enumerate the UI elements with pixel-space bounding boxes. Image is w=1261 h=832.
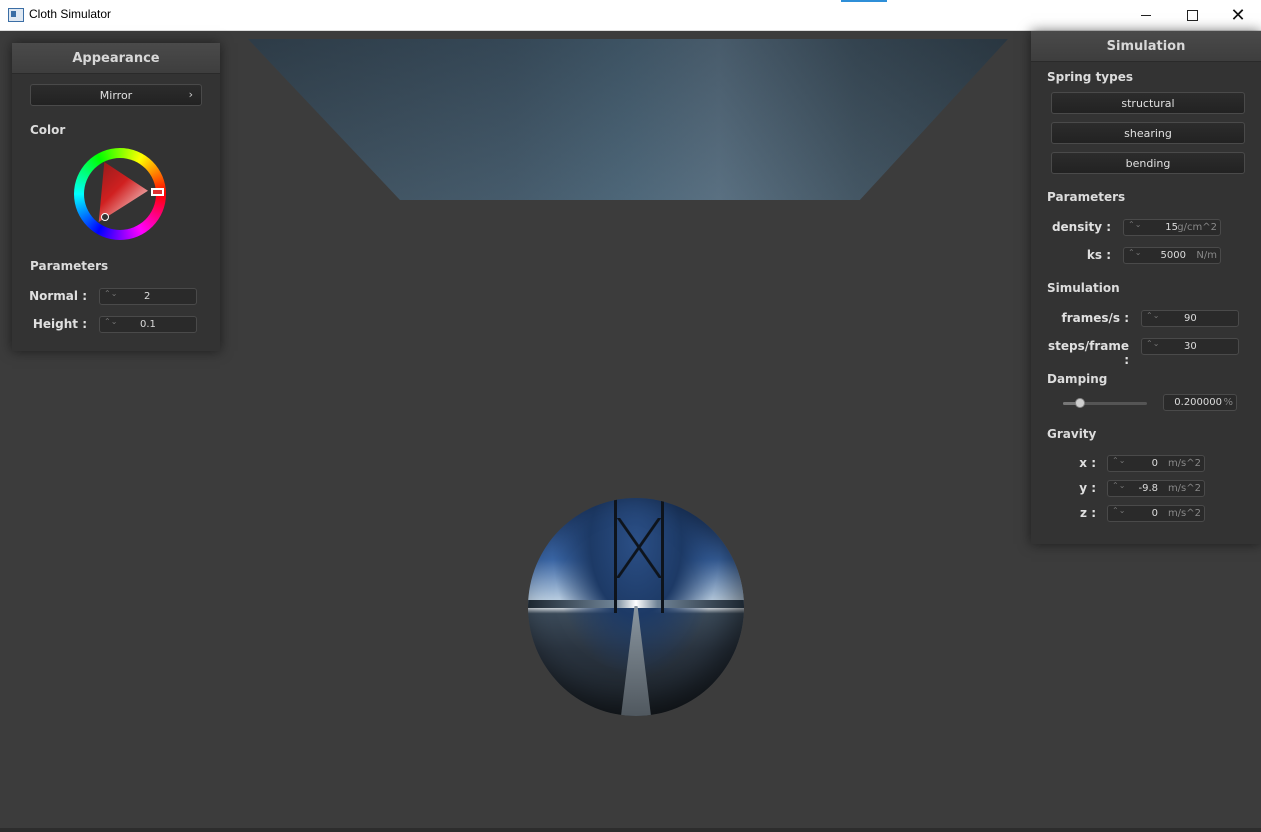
bottom-status-strip: [0, 828, 1261, 832]
minimize-button[interactable]: [1123, 0, 1169, 30]
title-accent-line: [841, 0, 887, 2]
frames-per-second-label: frames/s :: [1061, 311, 1129, 325]
simulation-header[interactable]: Simulation: [1031, 31, 1261, 62]
steps-per-frame-value: 30: [1184, 341, 1197, 352]
ks-unit: N/m: [1196, 250, 1217, 261]
spinner-icon[interactable]: ⌃⌄: [1112, 507, 1125, 515]
gravity-x-label: x :: [1079, 456, 1096, 470]
bending-toggle-button[interactable]: bending: [1051, 152, 1245, 174]
gravity-x-unit: m/s^2: [1167, 458, 1201, 469]
gravity-y-unit: m/s^2: [1167, 483, 1201, 494]
damping-slider-knob[interactable]: [1074, 398, 1085, 408]
color-wheel[interactable]: [74, 148, 166, 240]
gravity-y-value: -9.8: [1138, 483, 1158, 494]
structural-toggle-button[interactable]: structural: [1051, 92, 1245, 114]
height-input[interactable]: ⌃⌄ 0.1: [99, 316, 197, 333]
appearance-panel: Appearance Mirror › Color Parameters Nor…: [12, 43, 220, 351]
damping-unit: %: [1223, 397, 1233, 408]
density-unit: g/cm^2: [1177, 222, 1217, 233]
normal-input[interactable]: ⌃⌄ 2: [99, 288, 197, 305]
damping-value: 0.200000: [1174, 397, 1222, 408]
simulation-section-label: Simulation: [1047, 281, 1120, 295]
gravity-y-input[interactable]: ⌃⌄ -9.8 m/s^2: [1107, 480, 1205, 497]
appearance-header[interactable]: Appearance: [12, 43, 220, 74]
shader-dropdown-label: Mirror: [99, 88, 133, 102]
sphere-reflection-tower: [614, 498, 664, 613]
gravity-z-input[interactable]: ⌃⌄ 0 m/s^2: [1107, 505, 1205, 522]
gravity-x-input[interactable]: ⌃⌄ 0 m/s^2: [1107, 455, 1205, 472]
color-section-label: Color: [30, 123, 66, 137]
steps-per-frame-input[interactable]: ⌃⌄ 30: [1141, 338, 1239, 355]
steps-per-frame-label: steps/frame :: [1047, 339, 1129, 367]
hue-selector-handle[interactable]: [151, 188, 164, 196]
close-button[interactable]: ✕: [1215, 0, 1261, 30]
ks-input[interactable]: ⌃⌄ 5000 N/m: [1123, 247, 1221, 264]
ks-label: ks :: [1086, 248, 1111, 262]
minimize-icon: [1141, 14, 1151, 16]
spinner-icon[interactable]: ⌃⌄: [1112, 457, 1125, 465]
environment-skybox: [248, 39, 1008, 200]
ks-value: 5000: [1160, 250, 1186, 261]
height-label: Height :: [32, 317, 87, 331]
spring-types-label: Spring types: [1047, 70, 1134, 84]
gravity-z-value: 0: [1151, 508, 1158, 519]
close-icon: ✕: [1230, 4, 1246, 26]
frames-per-second-input[interactable]: ⌃⌄ 90: [1141, 310, 1239, 327]
spinner-icon[interactable]: ⌃⌄: [1128, 249, 1141, 257]
spinner-icon[interactable]: ⌃⌄: [1146, 312, 1159, 320]
gravity-z-unit: m/s^2: [1167, 508, 1201, 519]
spinner-icon[interactable]: ⌃⌄: [1128, 221, 1141, 229]
gravity-label: Gravity: [1047, 427, 1097, 441]
maximize-icon: [1186, 9, 1198, 21]
shearing-toggle-button[interactable]: shearing: [1051, 122, 1245, 144]
height-value: 0.1: [140, 319, 156, 330]
damping-input[interactable]: 0.200000 %: [1163, 394, 1237, 411]
window-title: Cloth Simulator: [29, 7, 112, 21]
normal-value: 2: [144, 291, 151, 302]
saturation-selector-dot[interactable]: [101, 213, 109, 221]
app-icon: [8, 8, 24, 22]
frames-per-second-value: 90: [1184, 313, 1197, 324]
chevron-right-icon: ›: [188, 88, 193, 101]
gravity-x-value: 0: [1151, 458, 1158, 469]
normal-label: Normal :: [29, 289, 87, 303]
appearance-parameters-label: Parameters: [30, 259, 109, 273]
gravity-z-label: z :: [1080, 506, 1096, 520]
spinner-icon[interactable]: ⌃⌄: [104, 318, 117, 326]
simulation-parameters-label: Parameters: [1047, 190, 1126, 204]
density-value: 15: [1165, 222, 1178, 233]
damping-label: Damping: [1047, 372, 1108, 386]
spinner-icon[interactable]: ⌃⌄: [104, 290, 117, 298]
density-label: density :: [1051, 220, 1111, 234]
mirror-sphere: [528, 498, 744, 716]
spinner-icon[interactable]: ⌃⌄: [1112, 482, 1125, 490]
density-input[interactable]: ⌃⌄ 15 g/cm^2: [1123, 219, 1221, 236]
sphere-reflection-road: [621, 606, 651, 716]
maximize-button[interactable]: [1169, 0, 1215, 30]
title-bar: Cloth Simulator ✕: [0, 0, 1261, 31]
gravity-y-label: y :: [1079, 481, 1096, 495]
shader-dropdown[interactable]: Mirror ›: [30, 84, 202, 106]
spinner-icon[interactable]: ⌃⌄: [1146, 340, 1159, 348]
damping-slider[interactable]: [1063, 398, 1147, 408]
simulation-panel: Simulation Spring types structural shear…: [1031, 31, 1261, 544]
